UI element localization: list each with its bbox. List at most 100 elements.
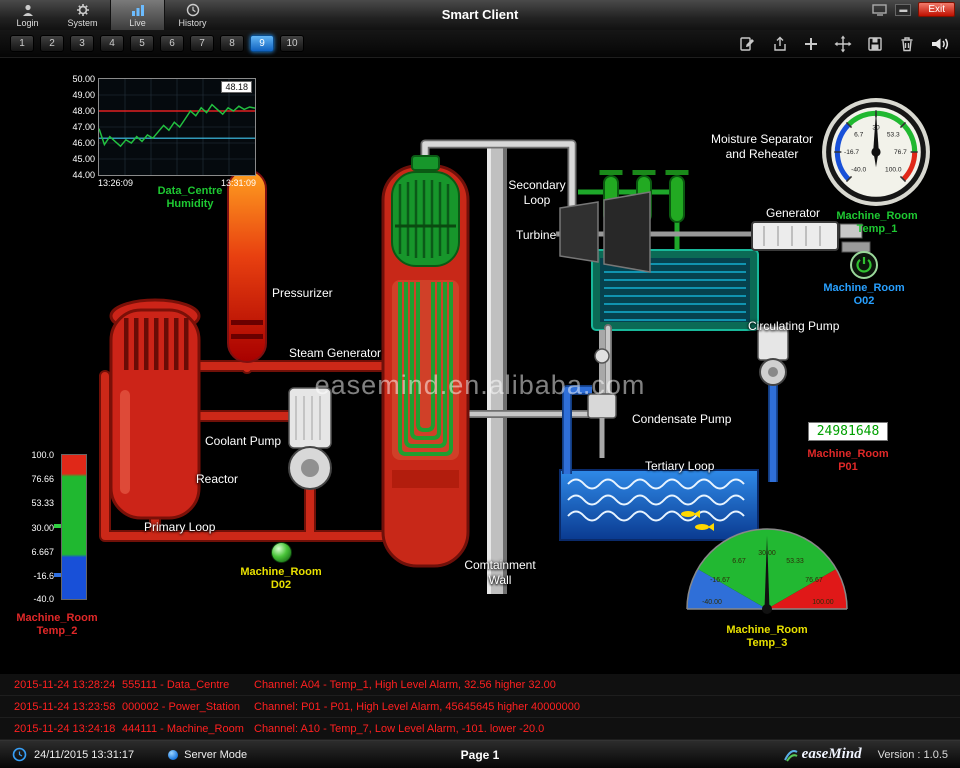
- edit-icon[interactable]: [738, 35, 756, 53]
- label-turbine: Turbine: [516, 228, 556, 242]
- nav-system-button[interactable]: System: [55, 0, 110, 30]
- d02-indicator-lamp: [271, 542, 292, 563]
- label-containment-wall: ComtainmentWall: [464, 558, 535, 588]
- statusbar-datetime: 24/11/2015 13:31:17: [34, 749, 134, 761]
- svg-text:-16.7: -16.7: [844, 149, 859, 156]
- nav-live-button[interactable]: Live: [110, 0, 165, 30]
- export-icon[interactable]: [770, 35, 788, 53]
- steam-generator-graphic: [383, 156, 468, 566]
- statusbar-right: easeMind Version : 1.0.5: [783, 746, 948, 763]
- temp3-label: Machine_RoomTemp_3: [726, 624, 807, 650]
- gear-icon: [76, 3, 90, 17]
- alarm-source: 000002 - Power_Station: [122, 701, 254, 713]
- alarm-message: Channel: P01 - P01, High Level Alarm, 45…: [254, 701, 960, 713]
- display-icon[interactable]: [872, 4, 888, 16]
- setpoint-marker-high: [54, 524, 61, 528]
- live-chart-icon: [131, 3, 145, 17]
- titlebar: Login System Live History Smart Client ▬…: [0, 0, 960, 30]
- power-button[interactable]: [849, 250, 879, 280]
- label-steam-generator: Steam Generator: [289, 346, 381, 360]
- smart-client-window: Login System Live History Smart Client ▬…: [0, 0, 960, 768]
- statusbar-clock: 24/11/2015 13:31:17: [12, 747, 134, 762]
- svg-text:6.7: 6.7: [854, 132, 864, 139]
- label-circulating-pump: Circulating Pump: [748, 319, 839, 333]
- reactor-graphic: [111, 300, 199, 518]
- page-button-8[interactable]: 8: [220, 35, 244, 52]
- volume-icon[interactable]: [930, 35, 950, 53]
- temp2-scale: 100.0 76.66 53.33 30.00 6.667 -16.6 -40.…: [18, 454, 56, 600]
- history-clock-icon: [186, 3, 200, 17]
- minimize-button[interactable]: ▬: [895, 4, 911, 16]
- page-button-2[interactable]: 2: [40, 35, 64, 52]
- easemind-logo-icon: [783, 748, 799, 762]
- alarm-time: 2015-11-24 13:28:24: [0, 679, 122, 691]
- temp2-bar-gauge: 100.0 76.66 53.33 30.00 6.667 -16.6 -40.…: [18, 454, 87, 600]
- label-secondary-loop: SecondaryLoop: [508, 178, 565, 208]
- alarm-message: Channel: A10 - Temp_7, Low Level Alarm, …: [254, 723, 960, 735]
- page-button-5[interactable]: 5: [130, 35, 154, 52]
- page-button-6[interactable]: 6: [160, 35, 184, 52]
- svg-text:100.0: 100.0: [885, 166, 902, 173]
- svg-text:76.67: 76.67: [805, 577, 823, 584]
- label-primary-loop: Primary Loop: [144, 520, 215, 534]
- page-button-7[interactable]: 7: [190, 35, 214, 52]
- watermark: easemind.en.alibaba.com: [315, 370, 646, 401]
- easemind-brand: easeMind: [783, 746, 862, 763]
- setpoint-marker-low: [54, 573, 61, 577]
- temp3-gauge: -40.00 -16.67 6.67 30.00 53.33 76.67 100…: [682, 524, 852, 616]
- p01-value: 24981648: [817, 424, 880, 439]
- alarm-source: 444111 - Machine_Room: [122, 723, 254, 735]
- save-icon[interactable]: [866, 35, 884, 53]
- server-mode-label: Server Mode: [184, 749, 247, 761]
- server-mode-indicator: Server Mode: [168, 749, 247, 761]
- statusbar: 24/11/2015 13:31:17 Server Mode Page 1 e…: [0, 740, 960, 768]
- circulating-pump-graphic: [758, 326, 788, 385]
- svg-text:-40.00: -40.00: [702, 599, 722, 606]
- delete-icon[interactable]: [898, 35, 916, 53]
- page-button-10[interactable]: 10: [280, 35, 304, 52]
- clock-icon: [12, 747, 27, 762]
- mimic-canvas: easemind.en.alibaba.com Moisture Separat…: [0, 58, 960, 674]
- temp1-label: Machine_RoomTemp_1: [836, 210, 917, 236]
- alarm-time: 2015-11-24 13:23:58: [0, 701, 122, 713]
- svg-text:-40.0: -40.0: [851, 166, 866, 173]
- pressurizer-graphic: [228, 170, 266, 362]
- temp2-bar: [61, 454, 87, 600]
- alarm-list: 2015-11-24 13:28:24 555111 - Data_Centre…: [0, 674, 960, 740]
- label-tertiary-loop: Tertiary Loop: [645, 459, 714, 473]
- label-moisture-separator: Moisture Separatorand Reheater: [711, 132, 813, 162]
- label-condensate-pump: Condensate Pump: [632, 412, 731, 426]
- alarm-row[interactable]: 2015-11-24 13:28:24 555111 - Data_Centre…: [0, 674, 960, 696]
- trend-current-value: 48.18: [221, 81, 252, 93]
- exit-button[interactable]: Exit: [918, 2, 955, 17]
- p01-display: 24981648: [808, 422, 888, 441]
- temp1-gauge: -40.0 -16.7 6.7 30 53.3 76.7 100.0: [820, 96, 932, 208]
- page-toolbar: 1 2 3 4 5 6 7 8 9 10: [0, 30, 960, 58]
- coolant-pump-graphic: [289, 388, 331, 489]
- trend-y-axis: 50.00 49.00 48.00 47.00 46.00 45.00 44.0…: [62, 78, 98, 174]
- server-mode-dot-icon: [168, 750, 178, 760]
- temp2-label: Machine_RoomTemp_2: [16, 612, 97, 638]
- page-button-4[interactable]: 4: [100, 35, 124, 52]
- nav-login-button[interactable]: Login: [0, 0, 55, 30]
- label-reactor: Reactor: [196, 472, 238, 486]
- trend-plot-area: 48.18: [98, 78, 256, 176]
- label-coolant-pump: Coolant Pump: [205, 434, 281, 448]
- label-generator: Generator: [766, 206, 820, 220]
- svg-text:53.33: 53.33: [786, 558, 804, 565]
- nav-history-button[interactable]: History: [165, 0, 220, 30]
- alarm-row[interactable]: 2015-11-24 13:24:18 444111 - Machine_Roo…: [0, 718, 960, 740]
- svg-text:53.3: 53.3: [887, 132, 900, 139]
- page-button-3[interactable]: 3: [70, 35, 94, 52]
- svg-text:100.00: 100.00: [812, 599, 834, 606]
- move-icon[interactable]: [834, 35, 852, 53]
- page-button-9[interactable]: 9: [250, 35, 274, 52]
- svg-text:76.7: 76.7: [894, 149, 907, 156]
- alarm-source: 555111 - Data_Centre: [122, 679, 254, 691]
- d02-label: Machine_RoomD02: [240, 566, 321, 592]
- add-icon[interactable]: [802, 35, 820, 53]
- page-button-1[interactable]: 1: [10, 35, 34, 52]
- alarm-row[interactable]: 2015-11-24 13:23:58 000002 - Power_Stati…: [0, 696, 960, 718]
- version-label: Version : 1.0.5: [878, 749, 948, 761]
- login-icon: [21, 3, 35, 17]
